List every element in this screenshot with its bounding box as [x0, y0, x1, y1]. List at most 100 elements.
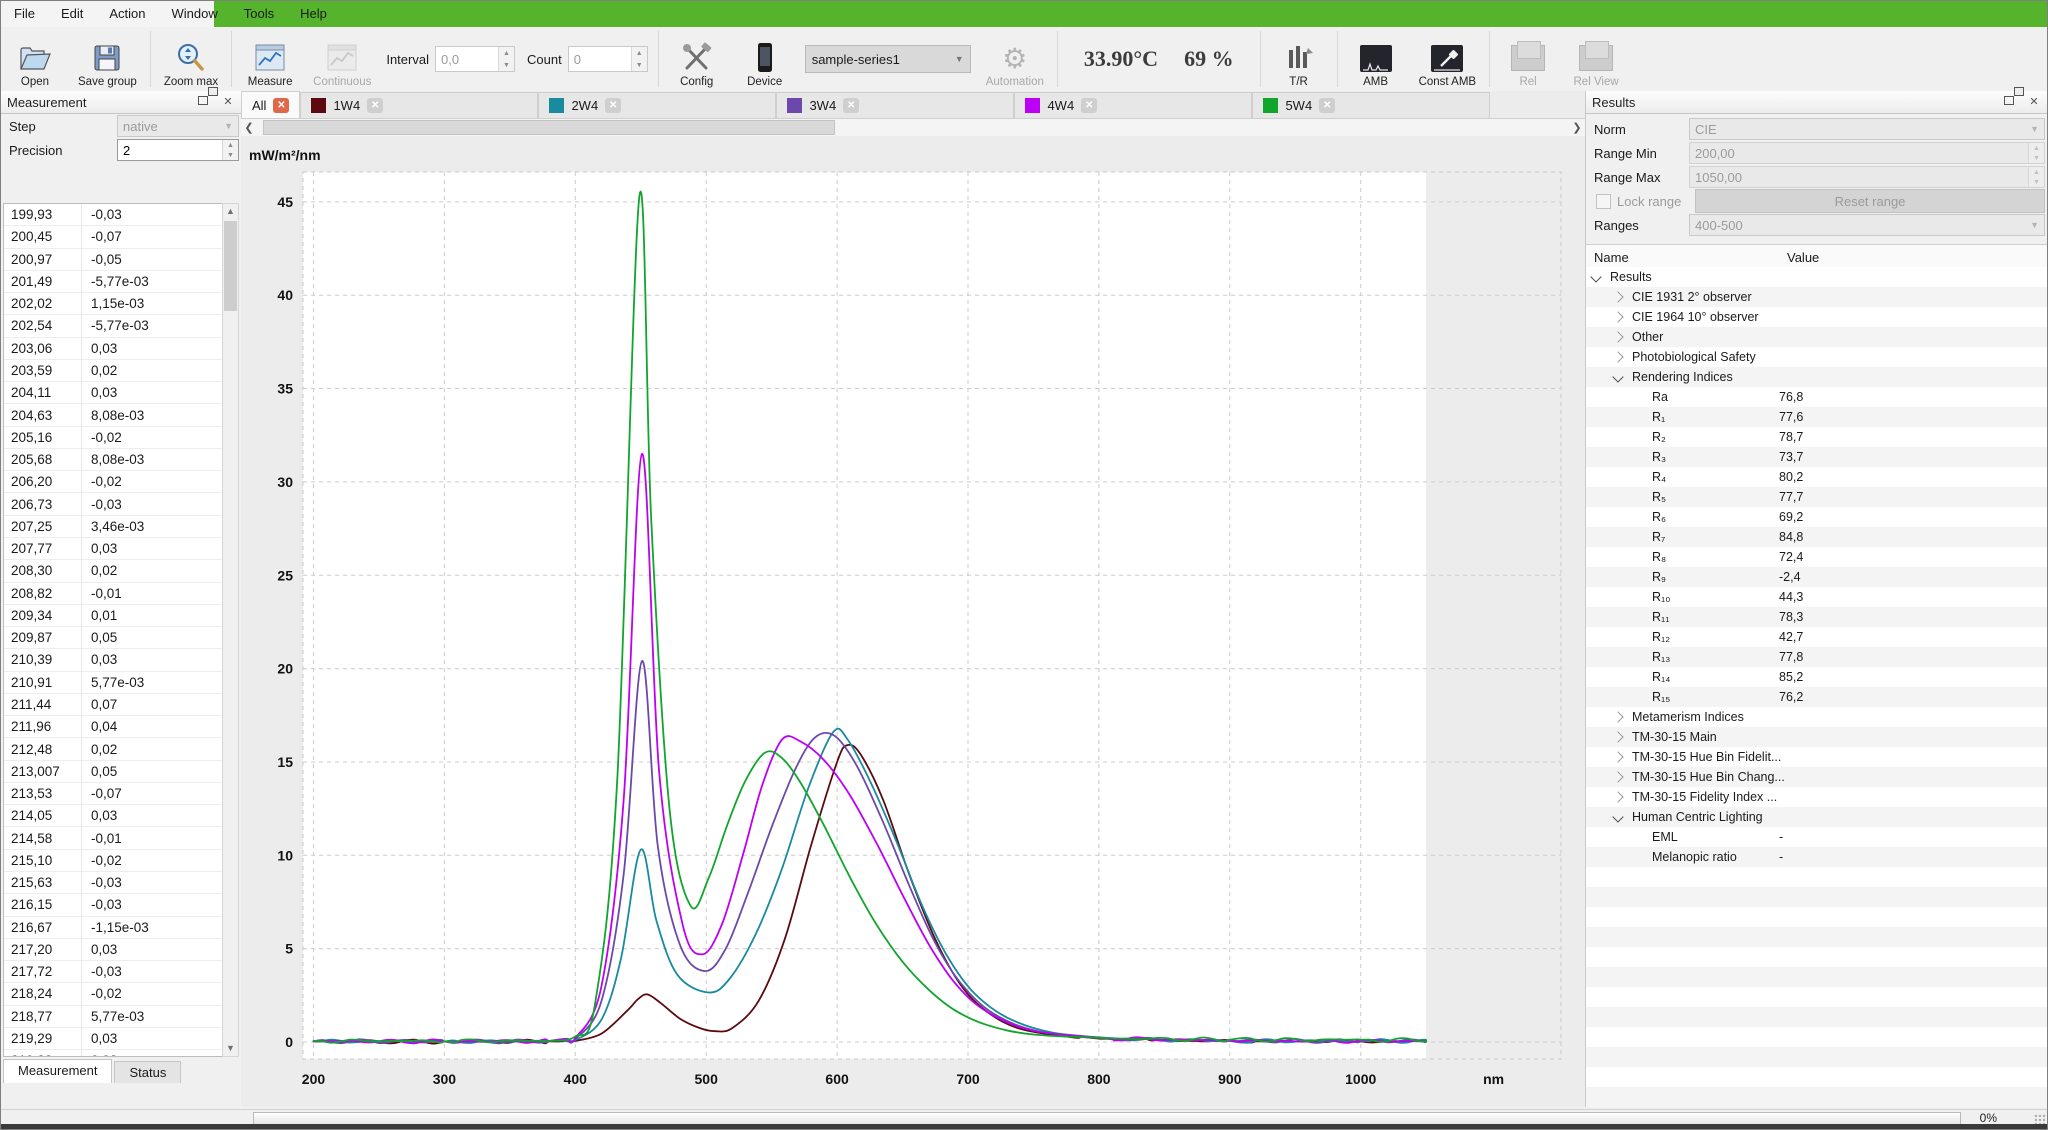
measurement-row[interactable]: 200,45 -0,07	[4, 226, 223, 248]
tree-item-cie-1964-10-observer[interactable]: CIE 1964 10° observer	[1586, 307, 2047, 327]
close-icon[interactable]: ✕	[1319, 98, 1335, 113]
measurement-row[interactable]: 203,59 0,02	[4, 360, 223, 382]
chart-tab-5w4[interactable]: 5W4✕	[1252, 92, 1490, 118]
tree-item-r[interactable]: R₆69,2	[1586, 507, 2047, 527]
tree-item-melanopic-ratio[interactable]: Melanopic ratio-	[1586, 847, 2047, 867]
measurement-row[interactable]: 211,96 0,04	[4, 716, 223, 738]
measurement-row[interactable]: 217,72 -0,03	[4, 961, 223, 983]
chart-scrollbar[interactable]: ❮ ❯	[241, 119, 1585, 137]
chart-area[interactable]: 0510152025303540452003004005006007008009…	[241, 136, 1585, 1107]
float-panel-icon[interactable]	[201, 96, 215, 108]
const-amb-button[interactable]: Const AMB	[1410, 27, 1486, 91]
measurement-row[interactable]: 218,77 5,77e-03	[4, 1006, 223, 1028]
chevron-right-icon[interactable]	[1612, 771, 1623, 782]
range-min-stepper[interactable]: 200,00 ▲▼	[1689, 142, 2045, 164]
lock-range-checkbox[interactable]	[1596, 194, 1611, 209]
panel-tab-status[interactable]: Status	[114, 1061, 181, 1083]
chevron-right-icon[interactable]	[1612, 711, 1623, 722]
chevron-right-icon[interactable]	[1612, 791, 1623, 802]
measurement-row[interactable]: 203,06 0,03	[4, 338, 223, 360]
rel-view-button[interactable]: Rel View	[1562, 27, 1630, 91]
range-max-spin-arrows[interactable]: ▲▼	[2028, 167, 2044, 187]
tree-item-r[interactable]: R₁77,6	[1586, 407, 2047, 427]
scroll-down-icon[interactable]: ▼	[223, 1041, 238, 1056]
measurement-data-table[interactable]: 199,93 -0,03200,45 -0,07200,97 -0,05201,…	[3, 203, 224, 1057]
measurement-row[interactable]: 211,44 0,07	[4, 694, 223, 716]
tree-item-ra[interactable]: Ra76,8	[1586, 387, 2047, 407]
measurement-row[interactable]: 219,82 0,02	[4, 1050, 223, 1057]
series-selector[interactable]: sample-series1 ▼	[805, 45, 971, 73]
measurement-row[interactable]: 216,67 -1,15e-03	[4, 917, 223, 939]
automation-button[interactable]: ⚙ Automation	[977, 27, 1053, 91]
close-icon[interactable]: ✕	[367, 98, 383, 113]
measurement-row[interactable]: 202,02 1,15e-03	[4, 293, 223, 315]
close-icon[interactable]: ✕	[221, 96, 235, 108]
tree-item-metamerism-indices[interactable]: Metamerism Indices	[1586, 707, 2047, 727]
measurement-row[interactable]: 215,63 -0,03	[4, 872, 223, 894]
count-spinbox[interactable]: 0 ▲▼	[568, 46, 648, 72]
close-icon[interactable]: ✕	[273, 98, 289, 113]
count-value[interactable]: 0	[569, 47, 631, 71]
norm-select[interactable]: CIE ▼	[1689, 118, 2045, 140]
chart-tab-2w4[interactable]: 2W4✕	[538, 92, 776, 118]
tree-item-r[interactable]: R₇84,8	[1586, 527, 2047, 547]
measure-button[interactable]: Measure	[236, 27, 304, 91]
measurement-row[interactable]: 214,58 -0,01	[4, 827, 223, 849]
tree-item-r[interactable]: R₄80,2	[1586, 467, 2047, 487]
chevron-down-icon[interactable]	[1590, 271, 1601, 282]
tree-item-r[interactable]: R₈72,4	[1586, 547, 2047, 567]
close-icon[interactable]: ✕	[843, 98, 859, 113]
chevron-down-icon[interactable]	[1612, 371, 1623, 382]
measurement-row[interactable]: 213,007 0,05	[4, 761, 223, 783]
measurement-row[interactable]: 206,20 -0,02	[4, 471, 223, 493]
menu-item-tools[interactable]: Tools	[231, 1, 287, 27]
tree-item-tm-30-15-hue-bin-chang[interactable]: TM-30-15 Hue Bin Chang...	[1586, 767, 2047, 787]
reset-range-button[interactable]: Reset range	[1695, 189, 2045, 213]
ranges-select[interactable]: 400-500 ▼	[1689, 214, 2045, 236]
range-min-spin-arrows[interactable]: ▲▼	[2028, 143, 2044, 163]
tree-item-human-centric-lighting[interactable]: Human Centric Lighting	[1586, 807, 2047, 827]
measurement-row[interactable]: 199,93 -0,03	[4, 204, 223, 226]
measurement-row[interactable]: 208,82 -0,01	[4, 583, 223, 605]
open-button[interactable]: Open	[1, 27, 69, 91]
interval-spin-arrows[interactable]: ▲▼	[498, 47, 514, 71]
measurement-row[interactable]: 206,73 -0,03	[4, 493, 223, 515]
chevron-down-icon[interactable]	[1612, 811, 1623, 822]
tree-item-r[interactable]: R₅77,7	[1586, 487, 2047, 507]
close-icon[interactable]: ✕	[1081, 98, 1097, 113]
scrollbar-thumb[interactable]	[224, 221, 237, 311]
menu-item-edit[interactable]: Edit	[48, 1, 96, 27]
chart-tab-1w4[interactable]: 1W4✕	[300, 92, 538, 118]
range-max-value[interactable]: 1050,00	[1690, 167, 2028, 187]
menu-item-window[interactable]: Window	[159, 1, 231, 27]
range-max-stepper[interactable]: 1050,00 ▲▼	[1689, 166, 2045, 188]
chevron-right-icon[interactable]	[1612, 331, 1623, 342]
tree-item-tm-30-15-main[interactable]: TM-30-15 Main	[1586, 727, 2047, 747]
tree-item-r[interactable]: R₁₂42,7	[1586, 627, 2047, 647]
range-min-value[interactable]: 200,00	[1690, 143, 2028, 163]
measurement-scrollbar[interactable]: ▲ ▼	[222, 203, 239, 1057]
chevron-right-icon[interactable]	[1612, 751, 1623, 762]
measurement-row[interactable]: 209,87 0,05	[4, 627, 223, 649]
precision-spin-arrows[interactable]: ▲▼	[222, 140, 238, 160]
measurement-row[interactable]: 208,30 0,02	[4, 560, 223, 582]
scroll-left-icon[interactable]: ❮	[241, 120, 257, 136]
chevron-right-icon[interactable]	[1612, 291, 1623, 302]
float-panel-icon[interactable]	[2007, 96, 2021, 108]
measurement-row[interactable]: 210,39 0,03	[4, 649, 223, 671]
measurement-row[interactable]: 201,49 -5,77e-03	[4, 271, 223, 293]
menu-item-action[interactable]: Action	[96, 1, 158, 27]
tree-item-r[interactable]: R₁₁78,3	[1586, 607, 2047, 627]
measurement-row[interactable]: 202,54 -5,77e-03	[4, 315, 223, 337]
precision-value[interactable]: 2	[118, 140, 222, 160]
tree-item-r[interactable]: R₁₃77,8	[1586, 647, 2047, 667]
measurement-row[interactable]: 214,05 0,03	[4, 805, 223, 827]
device-button[interactable]: Device	[731, 27, 799, 91]
chevron-right-icon[interactable]	[1612, 311, 1623, 322]
tree-item-r[interactable]: R₉-2,4	[1586, 567, 2047, 587]
tree-item-photobiological-safety[interactable]: Photobiological Safety	[1586, 347, 2047, 367]
tree-item-r[interactable]: R₂78,7	[1586, 427, 2047, 447]
tree-item-tm-30-15-fidelity-index[interactable]: TM-30-15 Fidelity Index ...	[1586, 787, 2047, 807]
measurement-row[interactable]: 215,10 -0,02	[4, 850, 223, 872]
measurement-row[interactable]: 204,11 0,03	[4, 382, 223, 404]
